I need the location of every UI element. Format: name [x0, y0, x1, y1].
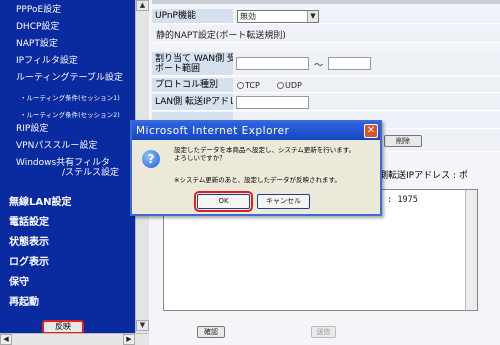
scroll-right-icon[interactable]: ▶: [123, 334, 135, 345]
wan-port-label-line2: ポート範囲: [155, 64, 201, 74]
chevron-down-icon: ▼: [307, 11, 318, 22]
wan-port-row: 割り当て WAN側 受信 ポート範囲 ～: [152, 52, 500, 76]
sidebar-item-dhcp[interactable]: DHCP設定: [16, 22, 59, 33]
dialog-message: 設定したデータを本商品へ設定し、システム更新を行います。 よろしいですか？: [174, 146, 379, 162]
protocol-tcp-label: TCP: [245, 81, 260, 90]
protocol-udp-label: UDP: [285, 81, 302, 90]
sidebar-section-log[interactable]: ログ表示: [9, 253, 49, 268]
protocol-tcp-radio[interactable]: TCP: [237, 81, 260, 90]
dialog-message-line1: 設定したデータを本商品へ設定し、システム更新を行います。: [174, 146, 356, 154]
sidebar-item-pppoe[interactable]: PPPoE設定: [16, 5, 61, 16]
static-napt-title: 静的NAPT設定(ポート転送規則): [156, 31, 286, 41]
scroll-down-icon[interactable]: ▼: [136, 320, 149, 331]
sidebar-section-wireless[interactable]: 無線LAN設定: [9, 193, 71, 208]
sidebar-item-routing-session1[interactable]: ・ルーティング条件(セッション1): [20, 92, 120, 102]
confirm-button[interactable]: 確認: [197, 326, 225, 338]
sidebar-item-napt[interactable]: NAPT設定: [16, 39, 58, 50]
send-button[interactable]: 送信: [311, 326, 336, 338]
sidebar-item-rip[interactable]: RIP設定: [16, 124, 48, 135]
wan-port-label-line1: 割り当て WAN側 受信: [155, 54, 246, 64]
static-napt-title-row: 静的NAPT設定(ポート転送規則): [152, 25, 500, 43]
wan-port-end-input[interactable]: [328, 57, 371, 70]
wan-port-start-input[interactable]: [236, 57, 309, 70]
radio-icon: [277, 82, 284, 89]
cancel-button[interactable]: キャンセル: [257, 194, 310, 209]
close-icon[interactable]: ✕: [364, 124, 378, 138]
sidebar-section-phone[interactable]: 電話設定: [9, 213, 49, 228]
ok-button[interactable]: OK: [194, 191, 253, 212]
dialog-title: Microsoft Internet Explorer: [132, 122, 380, 140]
upnp-row: UPnP機能 無効 ▼: [152, 9, 500, 24]
apply-button[interactable]: 反映: [42, 320, 84, 334]
horizontal-scrollbar[interactable]: ◀ ▶: [0, 333, 149, 345]
sidebar-section-reboot[interactable]: 再起動: [9, 293, 39, 308]
scroll-left-icon[interactable]: ◀: [0, 334, 12, 345]
scroll-up-icon[interactable]: ▲: [136, 0, 149, 11]
textarea-scrollbar[interactable]: [465, 190, 477, 310]
sidebar-nav: PPPoE設定 DHCP設定 NAPT設定 IPフィルタ設定 ルーティングテーブ…: [0, 0, 135, 345]
sidebar-item-routing-session2[interactable]: ・ルーティング条件(セッション2): [20, 109, 120, 119]
sidebar-section-status[interactable]: 状態表示: [9, 233, 49, 248]
protocol-row: プロトコル種別 TCP UDP: [152, 78, 500, 93]
sidebar-item-routing-table[interactable]: ルーティングテーブル設定: [16, 73, 123, 84]
wan-port-label: 割り当て WAN側 受信 ポート範囲: [152, 52, 245, 75]
confirm-dialog: Microsoft Internet Explorer ✕ ? 設定したデータを…: [130, 120, 382, 216]
sidebar-item-vpn-passthrough[interactable]: VPNパススルー設定: [16, 141, 97, 152]
upnp-select[interactable]: 無効 ▼: [237, 10, 319, 23]
sidebar-section-maintenance[interactable]: 保守: [9, 273, 29, 288]
upnp-value: 無効: [240, 12, 256, 21]
lan-ip-row: LAN側 転送IPアドレス: [152, 94, 500, 111]
delete-button[interactable]: 削除: [384, 135, 422, 147]
sidebar-item-ip-filter[interactable]: IPフィルタ設定: [16, 56, 78, 67]
radio-icon: [237, 82, 244, 89]
protocol-label: プロトコル種別: [152, 78, 233, 92]
lan-ip-label: LAN側 転送IPアドレス: [152, 94, 247, 110]
question-icon: ?: [142, 150, 160, 168]
top-strip: [152, 0, 500, 4]
lan-ip-input[interactable]: [236, 96, 309, 109]
protocol-udp-radio[interactable]: UDP: [277, 81, 302, 90]
range-separator: ～: [314, 61, 324, 71]
upnp-label: UPnP機能: [152, 9, 233, 23]
sidebar-item-stealth[interactable]: /ステルス設定: [62, 168, 119, 179]
dialog-note: ※システム更新のあと、設定したデータが反映されます。: [174, 176, 341, 184]
lan-ip-list-header: 側転送IPアドレス : ポ: [379, 171, 468, 181]
dialog-message-line2: よろしいですか？: [174, 154, 226, 162]
